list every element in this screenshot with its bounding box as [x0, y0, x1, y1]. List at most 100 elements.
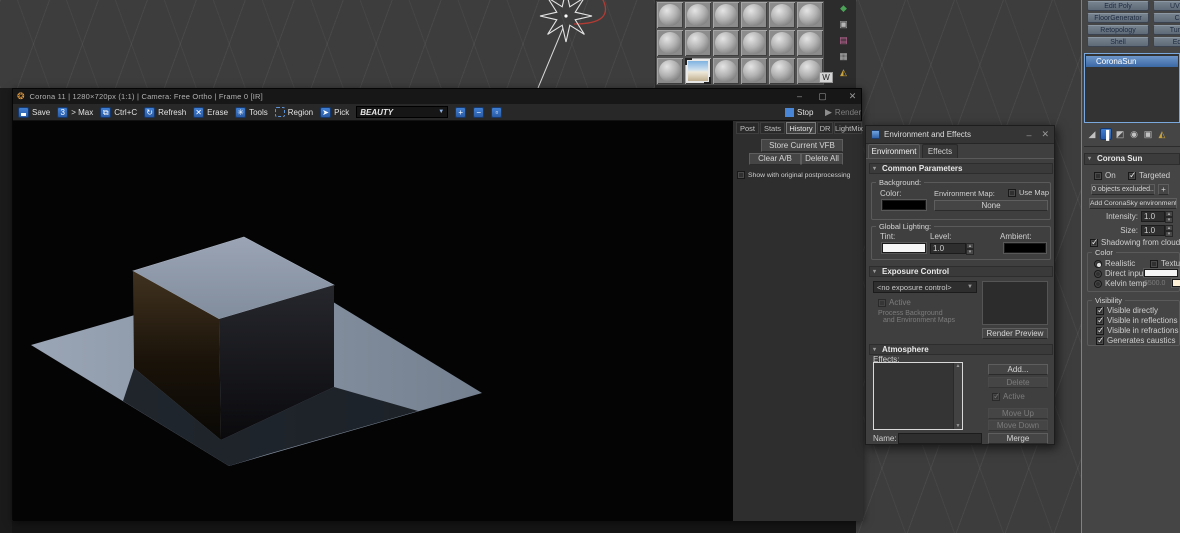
- tab-stats[interactable]: Stats: [760, 122, 785, 134]
- shadowing-clouds-checkbox[interactable]: Shadowing from clouds: [1090, 238, 1180, 247]
- copy-button[interactable]: ⧉Ctrl+C: [100, 107, 137, 118]
- modifier-button-edit-poly[interactable]: Edit Poly: [1087, 1, 1149, 11]
- modifier-button-uvw-map[interactable]: UVW Ma: [1153, 1, 1180, 11]
- minimize-icon[interactable]: –: [1020, 130, 1037, 140]
- add-coronasky-button[interactable]: Add CoronaSky environment: [1089, 198, 1177, 209]
- sun-on-checkbox[interactable]: On: [1094, 171, 1116, 180]
- move-up-button[interactable]: Move Up: [988, 408, 1048, 419]
- material-slot[interactable]: [768, 1, 796, 29]
- exposure-control-dropdown[interactable]: <no exposure control>▼: [873, 281, 977, 293]
- modifier-button-floorgenerator[interactable]: FloorGenerator: [1087, 13, 1149, 23]
- spinner-arrows-icon[interactable]: ▴▾: [966, 243, 974, 254]
- send-to-max-button[interactable]: 3> Max: [57, 107, 93, 118]
- material-slot[interactable]: [656, 29, 684, 57]
- zoom-reset-icon[interactable]: ▫: [491, 107, 502, 118]
- render-element-dropdown[interactable]: BEAUTY▼: [356, 106, 448, 118]
- spinner-arrows-icon[interactable]: ▴▾: [1165, 211, 1173, 222]
- modifier-button-shell[interactable]: Shell: [1087, 37, 1149, 47]
- hierarchy-tab-icon[interactable]: ◩: [1114, 128, 1126, 140]
- exposure-control-header[interactable]: Exposure Control: [869, 266, 1053, 277]
- level-spinner[interactable]: 1.0▴▾: [930, 243, 974, 254]
- tab-effects[interactable]: Effects: [922, 144, 958, 158]
- show-original-postprocessing-checkbox[interactable]: Show with original postprocessing: [737, 171, 850, 179]
- render-preview-button[interactable]: Render Preview: [982, 328, 1048, 339]
- material-slot[interactable]: [796, 1, 824, 29]
- backlight-icon[interactable]: ▣: [837, 18, 850, 31]
- direct-input-radio[interactable]: Direct input: [1094, 269, 1145, 278]
- material-slot[interactable]: [768, 57, 796, 85]
- environment-map-button[interactable]: None: [934, 200, 1048, 211]
- tab-lightmix[interactable]: LightMix: [834, 122, 862, 134]
- modifier-stack[interactable]: CoronaSun: [1084, 53, 1180, 123]
- material-slot[interactable]: [712, 1, 740, 29]
- merge-button[interactable]: Merge: [988, 433, 1048, 444]
- material-slot[interactable]: [796, 29, 824, 57]
- delete-all-button[interactable]: Delete All: [801, 153, 843, 165]
- move-down-button[interactable]: Move Down: [988, 420, 1048, 431]
- render-button[interactable]: ▶Render: [825, 107, 861, 118]
- visible-reflections-checkbox[interactable]: Visible in reflections: [1096, 316, 1178, 325]
- visible-directly-checkbox[interactable]: Visible directly: [1096, 306, 1158, 315]
- material-slot[interactable]: [656, 1, 684, 29]
- scrollbar[interactable]: ▲▼: [953, 363, 962, 429]
- motion-tab-icon[interactable]: ◉: [1128, 128, 1140, 140]
- background-color-swatch[interactable]: [882, 200, 926, 210]
- material-slot[interactable]: [740, 1, 768, 29]
- material-slot[interactable]: [712, 57, 740, 85]
- direct-color-swatch[interactable]: [1144, 269, 1178, 277]
- intensity-spinner[interactable]: 1.0▴▾: [1141, 211, 1173, 222]
- effect-name-field[interactable]: [898, 433, 982, 444]
- close-icon[interactable]: ✕: [1041, 129, 1049, 140]
- save-button[interactable]: Save: [18, 107, 50, 118]
- kelvin-radio[interactable]: Kelvin temp: [1094, 279, 1147, 288]
- material-slot[interactable]: [712, 29, 740, 57]
- material-slot[interactable]: [656, 57, 684, 85]
- store-current-vfb-button[interactable]: Store Current VFB: [761, 139, 843, 152]
- tab-post[interactable]: Post: [736, 122, 759, 134]
- use-map-checkbox[interactable]: Use Map: [1008, 188, 1049, 197]
- exposure-active-checkbox[interactable]: Active: [878, 298, 911, 307]
- material-slot[interactable]: [684, 1, 712, 29]
- refresh-button[interactable]: ↻Refresh: [144, 107, 186, 118]
- exclude-objects-button[interactable]: 0 objects excluded...: [1091, 184, 1155, 195]
- material-slot[interactable]: [740, 57, 768, 85]
- effect-active-checkbox[interactable]: Active: [992, 392, 1025, 401]
- vfb-titlebar[interactable]: ❂ Corona 11 | 1280×720px (1:1) | Camera:…: [13, 89, 861, 104]
- zoom-in-icon[interactable]: +: [455, 107, 466, 118]
- minimize-icon[interactable]: –: [793, 90, 806, 103]
- material-slot[interactable]: [740, 29, 768, 57]
- modifier-button-retopology[interactable]: Retopology: [1087, 25, 1149, 35]
- add-effect-button[interactable]: Add...: [988, 364, 1048, 375]
- sun-targeted-checkbox[interactable]: Targeted: [1128, 171, 1170, 180]
- modifier-button-chamfer[interactable]: Cham: [1153, 13, 1180, 23]
- tab-environment[interactable]: Environment: [868, 144, 920, 158]
- sample-tiling-icon[interactable]: ▦: [837, 50, 850, 63]
- modifier-button-turbosmooth[interactable]: TurboSm: [1153, 25, 1180, 35]
- modify-tab-icon[interactable]: ▐: [1100, 128, 1112, 140]
- effects-listbox[interactable]: ▲▼: [873, 362, 963, 430]
- utilities-tab-icon[interactable]: ◭: [1156, 128, 1168, 140]
- spinner-arrows-icon[interactable]: ▴▾: [1165, 225, 1173, 236]
- delete-effect-button[interactable]: Delete: [988, 377, 1048, 388]
- stack-item-coronasun[interactable]: CoronaSun: [1086, 56, 1178, 67]
- visible-refractions-checkbox[interactable]: Visible in refractions: [1096, 326, 1178, 335]
- scroll-up-icon[interactable]: ▲: [954, 363, 962, 369]
- erase-button[interactable]: ✕Erase: [193, 107, 228, 118]
- atmosphere-header[interactable]: Atmosphere: [869, 344, 1053, 355]
- texture-checkbox[interactable]: Texture: [1150, 259, 1180, 268]
- close-icon[interactable]: ✕: [846, 90, 859, 103]
- pin-stack-icon[interactable]: ◢: [1086, 128, 1098, 140]
- exclude-plus-button[interactable]: +: [1158, 184, 1169, 195]
- tab-dr[interactable]: DR: [817, 122, 833, 134]
- scroll-down-icon[interactable]: ▼: [954, 423, 962, 429]
- generates-caustics-checkbox[interactable]: Generates caustics: [1096, 336, 1175, 345]
- zoom-out-icon[interactable]: −: [473, 107, 484, 118]
- background-icon[interactable]: ▤: [837, 34, 850, 47]
- clear-ab-button[interactable]: Clear A/B: [749, 153, 801, 165]
- pick-button[interactable]: ➤Pick: [320, 107, 349, 118]
- material-slot[interactable]: [684, 29, 712, 57]
- common-parameters-header[interactable]: Common Parameters: [869, 163, 1053, 174]
- w-button[interactable]: W: [819, 72, 833, 83]
- size-spinner[interactable]: 1.0▴▾: [1141, 225, 1173, 236]
- tools-button[interactable]: ✳Tools: [235, 107, 268, 118]
